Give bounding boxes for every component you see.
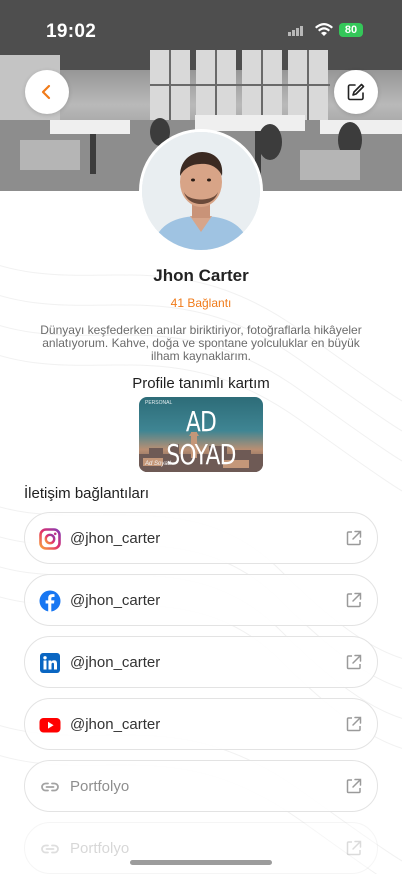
link-icon (41, 844, 59, 854)
edit-icon (347, 83, 365, 101)
contact-row-portfolio-2[interactable]: Portfolyo (24, 822, 378, 874)
signal-icon (288, 26, 303, 36)
home-indicator (130, 860, 272, 865)
contact-row-portfolio[interactable]: Portfolyo (24, 760, 378, 812)
linkedin-icon (40, 653, 60, 673)
battery-indicator: 80 (339, 23, 363, 37)
status-time: 19:02 (46, 21, 97, 42)
card-section-title: Profile tanımlı kartım (132, 375, 270, 392)
facebook-icon (39, 590, 61, 612)
wifi-icon (315, 23, 333, 36)
external-link-icon[interactable] (345, 591, 363, 609)
external-link-icon[interactable] (345, 839, 363, 857)
contacts-section-title: İletişim bağlantıları (24, 485, 150, 502)
chevron-left-icon (41, 84, 51, 100)
contact-label: @jhon_carter (70, 654, 161, 671)
contact-row-linkedin[interactable]: @jhon_carter (24, 636, 378, 688)
external-link-icon[interactable] (345, 653, 363, 671)
profile-bio: Dünyayı keşfederken anılar biriktiriyor,… (40, 323, 362, 363)
status-bar: 19:02 80 (0, 0, 402, 60)
external-link-icon[interactable] (345, 529, 363, 547)
edit-profile-button[interactable] (334, 70, 378, 114)
contact-label: Portfolyo (70, 778, 130, 795)
contact-label: @jhon_carter (70, 592, 161, 609)
contact-row-youtube[interactable]: @jhon_carter (24, 698, 378, 750)
contact-row-facebook[interactable]: @jhon_carter (24, 574, 378, 626)
youtube-icon (39, 718, 61, 733)
avatar (139, 129, 263, 253)
contact-row-instagram[interactable]: @jhon_carter (24, 512, 378, 564)
link-icon (41, 782, 59, 792)
connections-count-link[interactable]: 41 Bağlantı (0, 296, 402, 310)
contact-label: @jhon_carter (70, 716, 161, 733)
external-link-icon[interactable] (345, 777, 363, 795)
profile-name: Jhon Carter (153, 266, 249, 285)
back-button[interactable] (25, 70, 69, 114)
business-card-thumbnail[interactable]: PERSONAL AD SOYAD Ad Soyad (139, 397, 263, 472)
instagram-icon (39, 528, 61, 550)
contact-label: @jhon_carter (70, 530, 161, 547)
external-link-icon[interactable] (345, 715, 363, 733)
card-signature: Ad Soyad (145, 461, 172, 467)
contact-label: Portfolyo (70, 840, 130, 857)
